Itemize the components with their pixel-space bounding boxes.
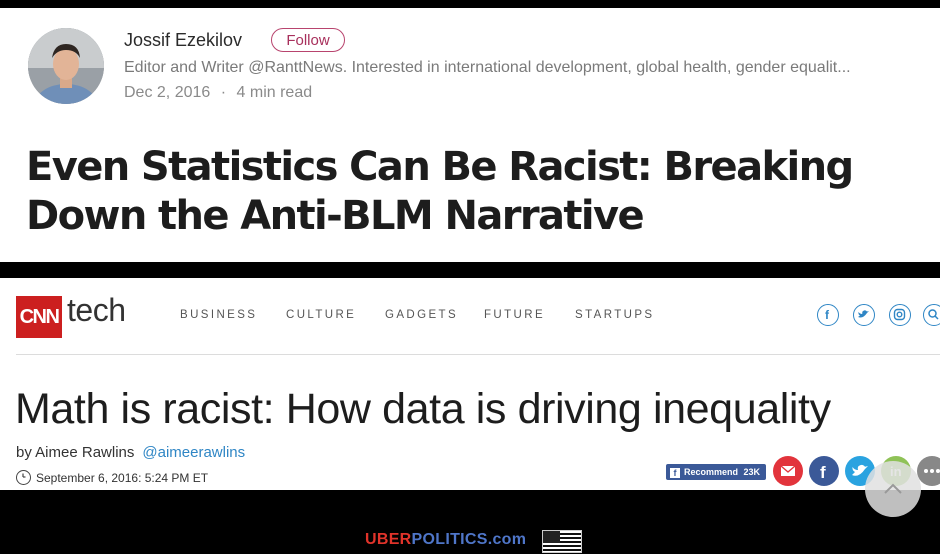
cnn-logo[interactable]: CNN [16,296,62,338]
email-share-button[interactable] [773,456,803,486]
header-divider [16,354,940,355]
dateline: September 6, 2016: 5:24 PM ET [36,471,209,485]
instagram-icon[interactable] [889,304,911,326]
facebook-icon: f [820,463,826,482]
post-meta: Dec 2, 2016 · 4 min read [124,84,312,102]
facebook-icon: f [670,468,680,478]
author-avatar[interactable] [28,28,104,104]
twitter-icon[interactable] [853,304,875,326]
nav-gadgets[interactable]: GADGETS [385,309,458,321]
read-time: 4 min read [236,84,313,101]
scroll-up-button[interactable] [865,461,921,517]
nav-future[interactable]: FUTURE [484,309,545,321]
svg-text:f: f [820,463,826,482]
post-date[interactable]: Dec 2, 2016 [124,84,210,101]
byline: by Aimee Rawlins @aimeerawlins [16,444,245,461]
follow-button[interactable]: Follow [271,28,345,52]
facebook-icon[interactable]: f [817,304,839,326]
facebook-recommend-button[interactable]: f Recommend 23K [666,464,766,480]
cnn-article-title: Math is racist: How data is driving ineq… [15,385,831,433]
recommend-count: 23K [743,467,761,477]
svg-text:f: f [825,308,830,322]
medium-article-title: Even Statistics Can Be Racist: Breaking … [26,144,854,239]
search-icon[interactable] [923,304,940,326]
uberpolitics-watermark: UBERPOLITICS.com [365,531,526,549]
nav-culture[interactable]: CULTURE [286,309,356,321]
author-photo [28,28,104,104]
nav-business[interactable]: BUSINESS [180,309,257,321]
clock-icon [16,470,31,485]
meta-separator: · [220,84,227,101]
cnn-tech-wordmark[interactable]: tech [67,292,126,329]
chevron-up-icon [884,483,902,494]
email-icon [780,465,796,476]
watermark-uber: UBER [365,531,412,548]
nav-startups[interactable]: STARTUPS [575,309,654,321]
facebook-share-button[interactable]: f [809,456,839,486]
cnn-article-panel: CNN tech BUSINESS CULTURE GADGETS FUTURE… [0,278,940,517]
author-twitter-handle[interactable]: @aimeerawlins [142,444,245,461]
author-bio: Editor and Writer @RanttNews. Interested… [124,59,851,76]
author-name[interactable]: Jossif Ezekilov [124,30,242,51]
author-byline: by Aimee Rawlins [16,444,135,461]
watermark-politics: POLITICS.com [411,531,527,548]
us-flag-icon [542,530,582,553]
medium-article-panel: Jossif Ezekilov Follow Editor and Writer… [0,8,940,262]
recommend-label: Recommend [684,467,739,477]
